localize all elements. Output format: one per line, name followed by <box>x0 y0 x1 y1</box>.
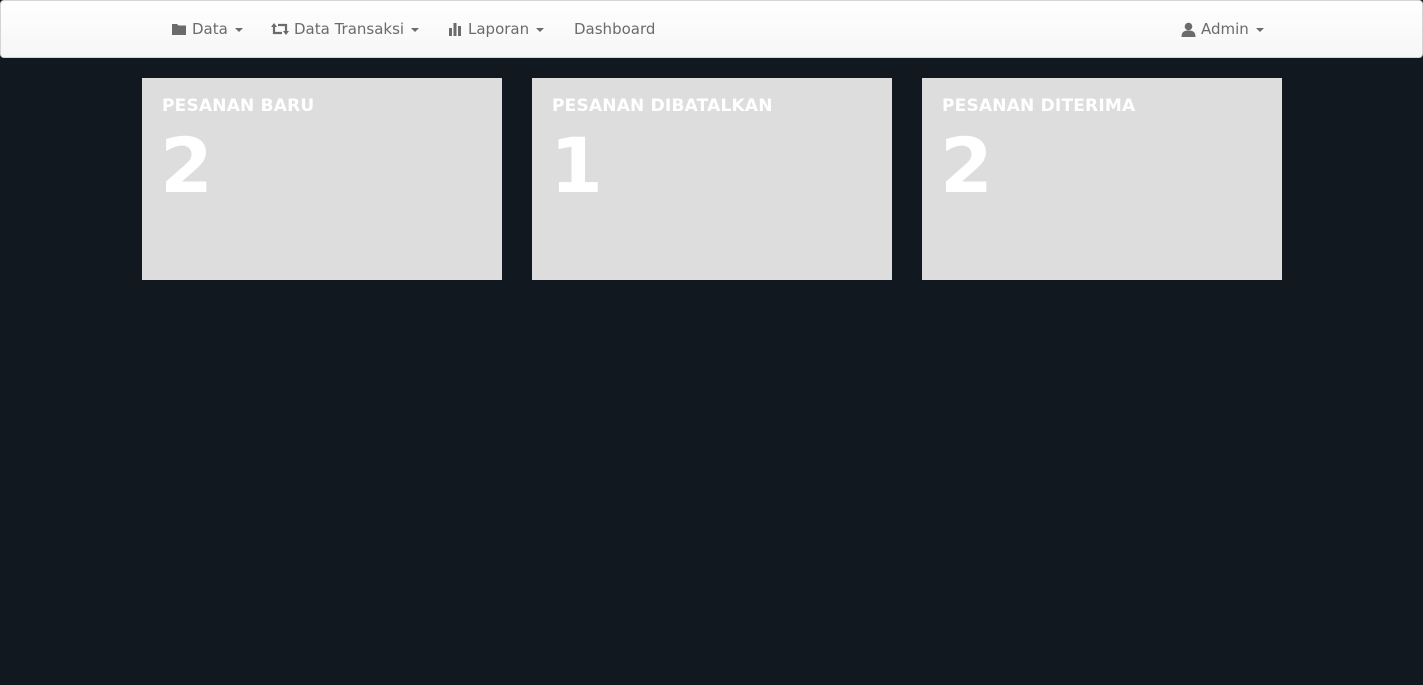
caret-down-icon <box>536 28 545 32</box>
nav-dashboard-link[interactable]: Dashboard <box>574 1 655 57</box>
stat-card-title: PESANAN BARU <box>162 96 315 116</box>
caret-down-icon <box>411 28 420 32</box>
top-navbar: Data Data Transaksi Laporan Dashboard Ad… <box>0 0 1423 58</box>
stat-card-pesanan-diterima: PESANAN DITERIMA 2 <box>922 78 1282 280</box>
bar-chart-icon <box>449 23 461 36</box>
nav-laporan-dropdown[interactable]: Laporan <box>448 1 545 57</box>
nav-data-transaksi-label: Data Transaksi <box>294 20 405 38</box>
nav-data-transaksi-dropdown[interactable]: Data Transaksi <box>271 1 420 57</box>
stat-card-pesanan-dibatalkan: PESANAN DIBATALKAN 1 <box>532 78 892 280</box>
folder-icon <box>172 24 186 35</box>
stat-card-value: 1 <box>550 121 603 210</box>
user-icon <box>1181 22 1196 37</box>
stat-card-title: PESANAN DIBATALKAN <box>552 96 773 116</box>
retweet-icon <box>271 23 289 35</box>
nav-data-dropdown[interactable]: Data <box>171 1 243 57</box>
nav-user-label: Admin <box>1201 20 1249 38</box>
nav-data-label: Data <box>192 20 228 38</box>
stat-card-value: 2 <box>940 121 993 210</box>
caret-down-icon <box>1255 28 1264 32</box>
stat-card-value: 2 <box>160 121 213 210</box>
caret-down-icon <box>234 28 243 32</box>
stat-card-title: PESANAN DITERIMA <box>942 96 1136 116</box>
nav-user-dropdown[interactable]: Admin <box>1181 1 1264 57</box>
stat-card-pesanan-baru: PESANAN BARU 2 <box>142 78 502 280</box>
nav-dashboard-label: Dashboard <box>574 20 656 38</box>
nav-laporan-label: Laporan <box>468 20 530 38</box>
